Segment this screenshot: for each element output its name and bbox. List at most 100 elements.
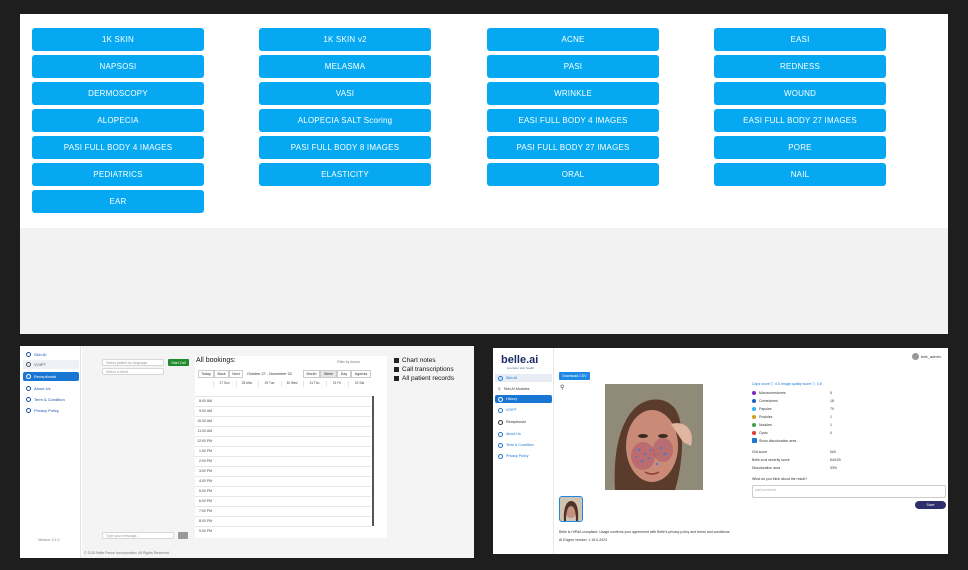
module-button[interactable]: REDNESS [714, 55, 886, 78]
hour-row[interactable]: 1:00 PM [195, 446, 371, 456]
metric-label: Belle.ai ai severity score [752, 458, 790, 462]
show-discoloration-toggle[interactable]: Show discoloration area [752, 438, 796, 443]
module-button[interactable]: EAR [32, 190, 204, 213]
module-button[interactable]: VASI [259, 82, 431, 105]
module-button[interactable]: PORE [714, 136, 886, 159]
sidebar-item-skin-ai[interactable]: Skin AI [495, 374, 552, 382]
sidebar-item-voipt[interactable]: VOIPT [495, 406, 552, 414]
module-button[interactable]: ALOPECIA SALT Scoring [259, 109, 431, 132]
module-button[interactable]: ORAL [487, 163, 659, 186]
module-button[interactable]: EASI FULL BODY 27 IMAGES [714, 109, 886, 132]
square-icon [394, 367, 399, 372]
hour-row[interactable]: 3:00 PM [195, 466, 371, 476]
hour-row[interactable]: 9:00 AM [195, 406, 371, 416]
module-button[interactable]: 1K SKIN v2 [259, 28, 431, 51]
day-header: 29 Tue [258, 381, 280, 387]
download-csv-button[interactable]: Download CSV [559, 372, 590, 380]
day-header: 28 Mon [235, 381, 258, 387]
module-button[interactable]: PASI [487, 55, 659, 78]
comment-input[interactable]: add comment [752, 485, 946, 498]
checkbox-checked-icon[interactable] [752, 438, 757, 443]
module-button[interactable]: ELASTICITY [259, 163, 431, 186]
module-button[interactable]: EASI [714, 28, 886, 51]
square-icon [394, 376, 399, 381]
user-menu[interactable]: bde_admin [912, 353, 941, 360]
sidebar-item-privacy[interactable]: Privacy Policy [23, 406, 79, 415]
color-dot-icon [752, 431, 756, 435]
module-button[interactable]: PASI FULL BODY 27 IMAGES [487, 136, 659, 159]
patient-search-input[interactable]: Select patient by language [102, 359, 164, 366]
module-button[interactable]: EASI FULL BODY 4 IMAGES [487, 109, 659, 132]
sidebar-item-about[interactable]: About Us [495, 430, 552, 438]
module-button[interactable]: ALOPECIA [32, 109, 204, 132]
sidebar-item-history[interactable]: History [495, 395, 552, 403]
today-button[interactable]: Today [198, 370, 214, 378]
lesion-count: 1 [830, 415, 832, 419]
hour-row[interactable]: 8:00 PM [195, 516, 371, 526]
next-button[interactable]: Next [229, 370, 243, 378]
sidebar-item-skin-ai[interactable]: Skin AI [23, 350, 79, 359]
hour-row[interactable]: 9:00 PM [195, 526, 371, 536]
hour-label: 9:00 PM [198, 529, 212, 533]
booking-calendar: All bookings: Filter by doctor Today Bac… [195, 356, 387, 538]
module-button[interactable]: NAPSOSI [32, 55, 204, 78]
module-button[interactable]: MELASMA [259, 55, 431, 78]
sidebar-item-terms[interactable]: Term & Condition [495, 441, 552, 449]
message-input[interactable]: Type your message... [102, 532, 174, 539]
module-button[interactable]: PEDIATRICS [32, 163, 204, 186]
version-label: Version: 2.1.0 [38, 538, 60, 542]
info-icon [498, 442, 503, 448]
lesion-name: Papules [759, 407, 772, 411]
sidebar-item-receptionist[interactable]: Receptionist [495, 418, 552, 426]
module-button[interactable]: PASI FULL BODY 4 IMAGES [32, 136, 204, 159]
patient-records-link[interactable]: All patient records [394, 374, 474, 383]
sidebar-item-modules[interactable]: ⚲ Skin AI Modules [495, 385, 552, 393]
date-range: October 27 - November 02 [247, 372, 292, 376]
color-dot-icon [752, 423, 756, 427]
send-button[interactable] [178, 532, 188, 539]
module-button[interactable]: ACNE [487, 28, 659, 51]
week-view-button[interactable]: Week [320, 370, 337, 378]
hour-row[interactable]: 4:00 PM [195, 476, 371, 486]
day-view-button[interactable]: Day [337, 370, 351, 378]
color-dot-icon [752, 415, 756, 419]
month-view-button[interactable]: Month [303, 370, 320, 378]
sidebar: Skin AI VOIPT Receptionist About Us Term… [20, 346, 81, 558]
hour-label: 12:00 PM [197, 439, 212, 443]
hour-row[interactable]: 8:00 AM [195, 396, 371, 406]
module-button[interactable]: WOUND [714, 82, 886, 105]
module-button[interactable]: DERMOSCOPY [32, 82, 204, 105]
module-button[interactable]: WRINKLE [487, 82, 659, 105]
hipaa-notice: Belle is HIPAA compliant. Usage confirms… [559, 530, 731, 534]
hour-row[interactable]: 11:00 AM [195, 426, 371, 436]
hour-row[interactable]: 5:00 PM [195, 486, 371, 496]
zoom-icon[interactable]: ⚲ [560, 384, 564, 391]
hour-row[interactable]: 6:00 PM [195, 496, 371, 506]
call-transcriptions-link[interactable]: Call transcriptions [394, 365, 474, 374]
face-photo [605, 384, 703, 490]
sidebar-item-privacy[interactable]: Privacy Policy [495, 452, 552, 460]
chart-notes-link[interactable]: Chart notes [394, 356, 474, 365]
lesion-name: Cysts [759, 431, 768, 435]
module-button[interactable]: NAIL [714, 163, 886, 186]
calendar-scrollbar[interactable] [372, 396, 374, 526]
hour-row[interactable]: 7:00 PM [195, 506, 371, 516]
start-call-button[interactable]: Start Call [168, 359, 189, 366]
module-button[interactable]: PASI FULL BODY 8 IMAGES [259, 136, 431, 159]
agenda-view-button[interactable]: Agenda [351, 370, 371, 378]
module-button[interactable]: 1K SKIN [32, 28, 204, 51]
sidebar-item-terms[interactable]: Term & Condition [23, 395, 79, 404]
sidebar-item-receptionist[interactable]: Receptionist [23, 372, 79, 381]
sidebar-item-voipt[interactable]: VOIPT [23, 360, 79, 369]
back-button[interactable]: Back [214, 370, 229, 378]
history-thumbnail[interactable] [559, 496, 583, 522]
hour-row[interactable]: 10:00 AM [195, 416, 371, 426]
sidebar-item-about[interactable]: About Us [23, 384, 79, 393]
hour-row[interactable]: 12:00 PM [195, 436, 371, 446]
hour-row[interactable]: 2:00 PM [195, 456, 371, 466]
lesion-row: Nodules 1 [752, 422, 842, 428]
lesion-row: Cysts 0 [752, 430, 842, 436]
client-select[interactable]: Select a client [102, 368, 164, 375]
save-button[interactable]: Save [915, 501, 946, 509]
color-dot-icon [752, 399, 756, 403]
